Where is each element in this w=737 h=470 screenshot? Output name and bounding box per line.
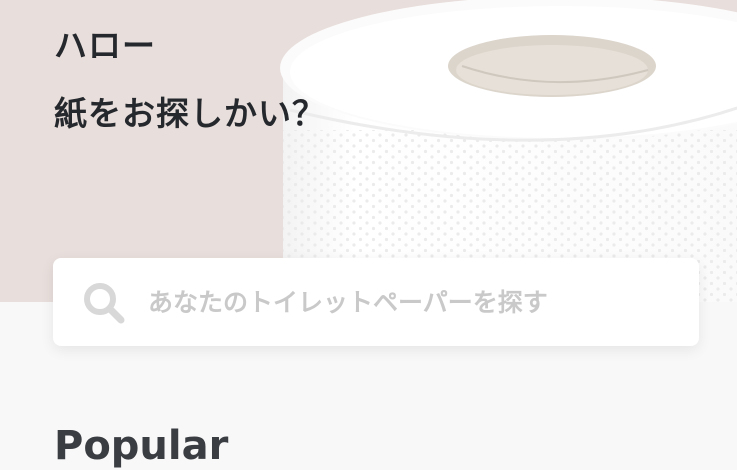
hero-banner: ハロー 紙をお探しかい？ (0, 0, 737, 302)
search-icon[interactable] (81, 280, 127, 326)
subtitle-heading: 紙をお探しかい？ (54, 94, 326, 133)
popular-section-title: Popular (54, 423, 229, 469)
greeting-heading: ハロー (54, 26, 156, 65)
search-input[interactable] (148, 278, 668, 326)
search-bar[interactable] (53, 258, 699, 346)
